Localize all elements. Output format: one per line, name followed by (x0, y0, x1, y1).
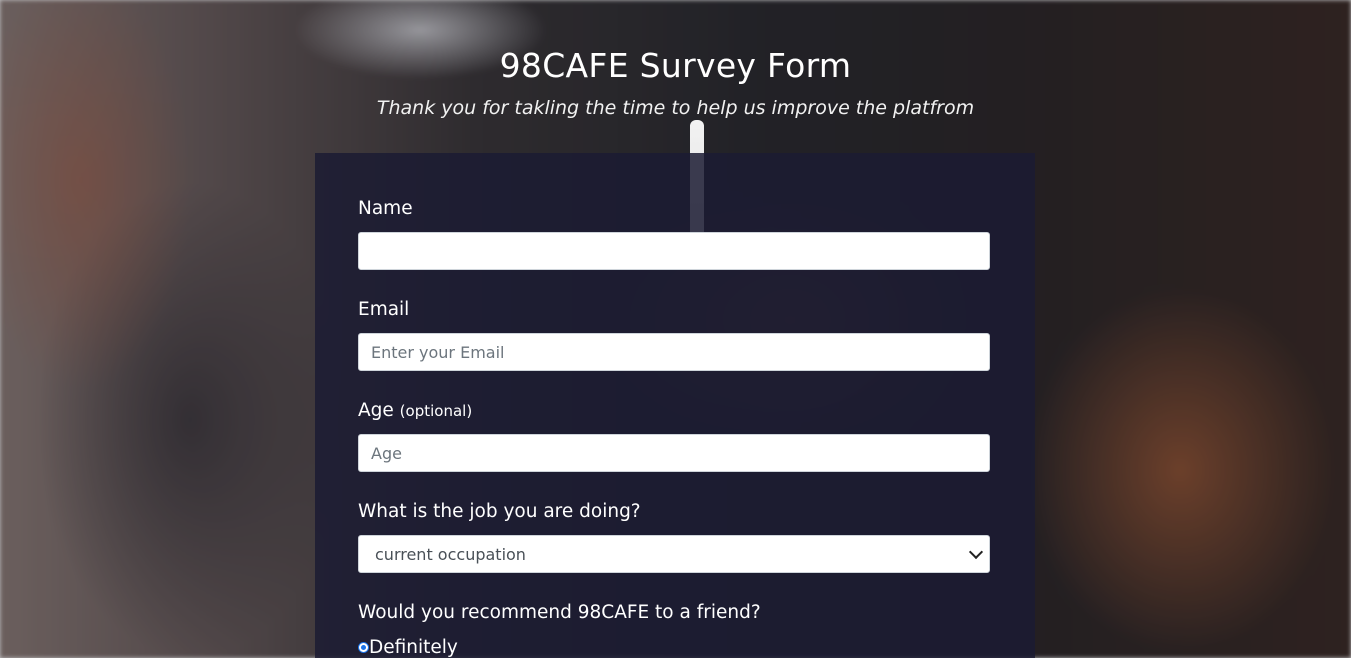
chevron-down-icon (968, 544, 984, 560)
email-label: Email (358, 299, 409, 320)
job-label-text: What is the job you are doing? (358, 501, 641, 522)
survey-form: Name Email Age (optional) What is the jo… (315, 153, 1035, 658)
recommend-option-definitely[interactable]: Definitely (358, 637, 458, 658)
job-select[interactable]: current occupation (358, 535, 990, 573)
page-title: 98CAFE Survey Form (499, 46, 852, 85)
recommend-option-label: Definitely (369, 637, 458, 658)
age-label-text: Age (358, 400, 394, 421)
job-select-value: current occupation (375, 544, 526, 564)
radio-button[interactable] (358, 642, 369, 653)
recommend-label-text: Would you recommend 98CAFE to a friend? (358, 602, 761, 623)
age-label: Age (optional) (358, 400, 472, 421)
email-input[interactable] (358, 333, 990, 371)
recommend-label: Would you recommend 98CAFE to a friend? (358, 602, 761, 623)
name-input[interactable] (358, 232, 990, 270)
name-label-text: Name (358, 198, 413, 219)
age-input[interactable] (358, 434, 990, 472)
job-label: What is the job you are doing? (358, 501, 641, 522)
page-description: Thank you for takling the time to help u… (376, 97, 975, 119)
name-label: Name (358, 198, 413, 219)
email-label-text: Email (358, 299, 410, 320)
survey-page: 98CAFE Survey Form Thank you for takling… (0, 0, 1351, 658)
age-optional-note: (optional) (399, 402, 473, 420)
